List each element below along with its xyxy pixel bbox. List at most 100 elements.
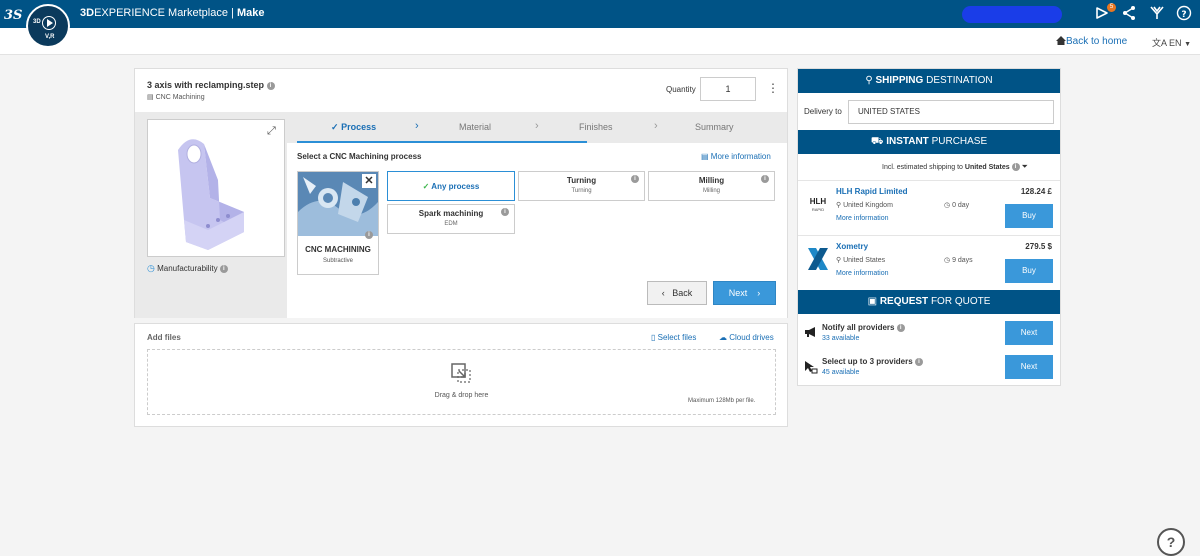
compass-play-icon: [47, 19, 53, 27]
rfq-option-title: Notify all providers i: [822, 323, 905, 332]
clock-icon: ◷: [147, 263, 155, 273]
provider-more-info-link[interactable]: More information: [836, 270, 889, 277]
more-information-label: More information: [710, 152, 771, 161]
provider-country-label: United Kingdom: [843, 202, 893, 209]
info-icon[interactable]: i: [914, 357, 923, 366]
sub-bar: Back to home 文A EN ▼: [0, 28, 1200, 55]
quantity-input[interactable]: 1: [700, 77, 756, 101]
hlh-logo: HLH RAPID: [806, 194, 830, 214]
file-icon: ▯: [651, 333, 656, 342]
top-bar: 3S 3DEXPERIENCE Marketplace | Make 5 ?: [0, 0, 1200, 28]
module-name: Make: [236, 7, 265, 19]
chat-icon: ▣: [867, 296, 878, 307]
close-icon[interactable]: ✕: [362, 174, 376, 188]
process-option-any[interactable]: ✓ Any process: [387, 171, 515, 201]
info-icon[interactable]: i: [631, 175, 639, 183]
help-icon[interactable]: ?: [1175, 5, 1193, 23]
process-option-milling[interactable]: Milling Milling i: [648, 171, 775, 201]
provider-row: HLH RAPID HLH Rapid Limited 128.24 £ ⚲ Un…: [798, 180, 1060, 234]
notify-all-next-button[interactable]: Next: [1005, 321, 1053, 345]
cloud-drives-label: Cloud drives: [729, 333, 774, 342]
chevron-down-icon: ▼: [1184, 41, 1191, 48]
share-icon[interactable]: [1120, 5, 1138, 23]
shipping-note-prefix: Incl. estimated shipping to: [882, 164, 963, 171]
process-option-subtitle: Turning: [571, 188, 592, 194]
technology-card[interactable]: ✕ i CNC MACHINING Subtractive: [297, 171, 379, 275]
select-files-link[interactable]: ▯ Select files: [651, 333, 696, 342]
cloud-drives-link[interactable]: ☁ Cloud drives: [719, 333, 774, 342]
select-providers-next-button[interactable]: Next: [1005, 355, 1053, 379]
more-information-link[interactable]: ▤ More information: [701, 152, 771, 161]
file-dropzone[interactable]: Drag & drop here Maximum 128Mb per file.: [147, 349, 776, 415]
next-button[interactable]: Next ›: [713, 281, 776, 305]
info-icon[interactable]: i: [896, 323, 905, 332]
technology-card-subtitle: Subtractive: [322, 258, 353, 264]
tab-label: Process: [341, 122, 377, 132]
provider-country: ⚲ United States: [836, 256, 885, 264]
ds-logo-icon[interactable]: 3S: [4, 5, 24, 23]
provider-name[interactable]: HLH Rapid Limited: [836, 187, 908, 196]
info-icon[interactable]: i: [501, 208, 509, 216]
tab-process[interactable]: ✓ Process: [331, 122, 376, 133]
tab-summary[interactable]: Summary: [695, 122, 734, 132]
info-icon[interactable]: i: [219, 264, 228, 273]
delivery-country-field[interactable]: UNITED STATES: [848, 100, 1054, 124]
process-option-title: Milling: [698, 176, 725, 185]
chevron-right-icon: ›: [757, 288, 761, 298]
buy-button[interactable]: Buy: [1005, 259, 1053, 283]
expand-icon[interactable]: ⤢: [267, 125, 276, 138]
rfq-option-label: Notify all providers: [822, 323, 895, 332]
tools-icon[interactable]: [1148, 5, 1166, 23]
rfq-option-label: Select up to 3 providers: [822, 357, 913, 366]
buy-button[interactable]: Buy: [1005, 204, 1053, 228]
rfq-available-count[interactable]: 33 available: [822, 335, 859, 342]
request-for-quote-header: ▣ REQUEST FOR QUOTE: [798, 290, 1060, 314]
cloud-icon: ☁: [719, 333, 727, 342]
compass-icon[interactable]: 3D V,R: [26, 4, 70, 48]
chevron-right-icon: ›: [535, 120, 539, 132]
megaphone-icon: [804, 326, 818, 341]
process-option-spark-machining[interactable]: Spark machining EDM i: [387, 204, 515, 234]
provider-days-label: 0 day: [952, 202, 970, 209]
next-button-label: Next: [728, 288, 748, 298]
tab-finishes[interactable]: Finishes: [579, 122, 613, 132]
cnc-icon: ▤: [147, 94, 154, 101]
svg-text:RAPID: RAPID: [812, 207, 824, 212]
info-icon[interactable]: i: [365, 231, 373, 239]
process-option-turning[interactable]: Turning Turning i: [518, 171, 645, 201]
language-selector[interactable]: 文A EN ▼: [1152, 36, 1191, 49]
info-icon[interactable]: i: [761, 175, 769, 183]
back-to-home-link[interactable]: Back to home: [1056, 36, 1127, 47]
chevron-right-icon: ›: [415, 120, 419, 132]
provider-more-info-link[interactable]: More information: [836, 215, 889, 222]
add-files-title: Add files: [147, 333, 181, 342]
shipping-destination-header: ⚲ SHIPPING DESTINATION: [798, 69, 1060, 93]
back-button[interactable]: ‹ Back: [647, 281, 707, 305]
shipping-title-rest: DESTINATION: [926, 75, 993, 86]
manufacturability-indicator[interactable]: ◷ Manufacturability i: [147, 263, 228, 274]
process-option-title: Turning: [566, 176, 597, 185]
process-option-title: Spark machining: [418, 209, 484, 218]
check-icon: ✓: [331, 122, 339, 132]
rfq-available-count[interactable]: 45 available: [822, 369, 859, 376]
process-section-title: Select a CNC Machining process: [297, 152, 422, 161]
rfq-title-bold: REQUEST: [879, 296, 929, 307]
info-icon[interactable]: i: [266, 81, 275, 90]
tab-material[interactable]: Material: [459, 122, 491, 132]
compass-3d-label: 3D: [33, 19, 41, 25]
part-3d-viewer[interactable]: ⤢: [147, 119, 285, 257]
drag-drop-label: Drag & drop here: [434, 392, 489, 399]
location-pin-icon: ⚲: [836, 257, 842, 264]
filter-icon[interactable]: ⏷: [1022, 162, 1028, 171]
user-name-redacted[interactable]: [962, 6, 1062, 23]
provider-days-label: 9 days: [952, 257, 973, 264]
info-icon[interactable]: i: [1011, 163, 1020, 172]
clock-icon: ◷: [944, 202, 951, 209]
clock-icon: ◷: [944, 257, 951, 264]
more-options-icon[interactable]: ⋮: [767, 82, 779, 94]
brand-name: EXPERIENCE Marketplace: [94, 7, 228, 19]
process-option-title: ✓ Any process: [388, 182, 514, 191]
provider-name[interactable]: Xometry: [836, 242, 868, 251]
instant-title-bold: INSTANT: [886, 136, 929, 147]
process-option-subtitle: EDM: [444, 221, 458, 227]
